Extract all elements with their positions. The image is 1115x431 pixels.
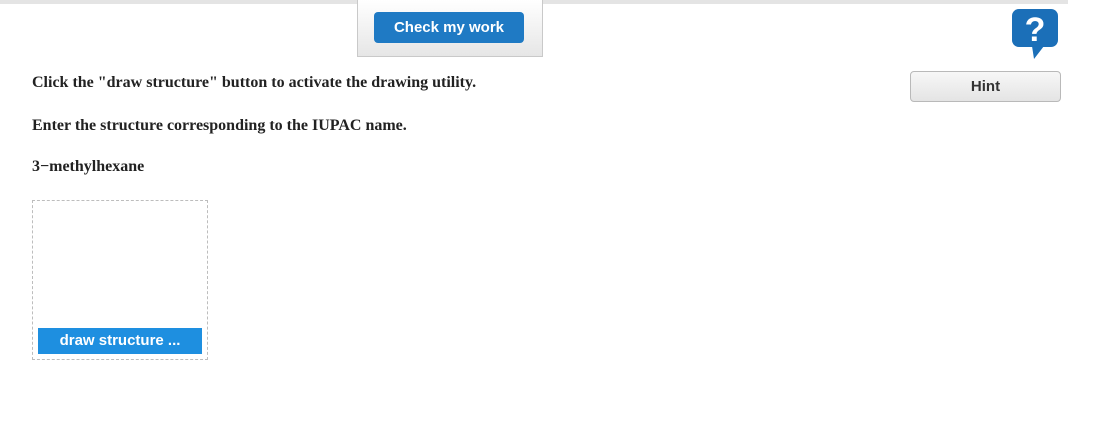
structure-drawing-area: draw structure ... [32, 200, 208, 360]
check-my-work-button[interactable]: Check my work [374, 12, 524, 43]
compound-name: 3−methylhexane [32, 158, 145, 175]
help-glyph: ? [1025, 11, 1046, 49]
hint-button[interactable]: Hint [910, 71, 1061, 102]
instruction-draw-text: Click the "draw structure" button to act… [32, 74, 477, 91]
draw-structure-button[interactable]: draw structure ... [38, 328, 202, 354]
instruction-enter-text: Enter the structure corresponding to the… [32, 117, 407, 134]
check-work-panel: Check my work [357, 0, 543, 57]
question-mark-icon[interactable]: ? [1010, 8, 1060, 60]
question-page: Check my work ? Hint Click the "draw str… [0, 0, 1115, 431]
